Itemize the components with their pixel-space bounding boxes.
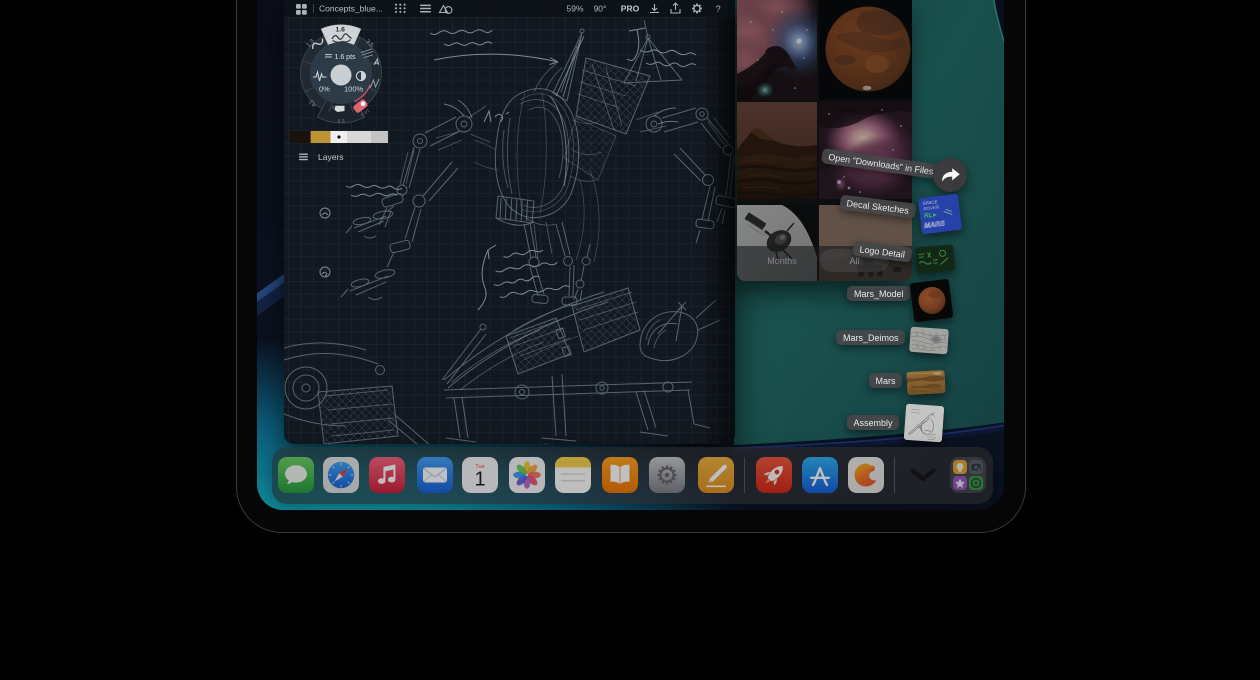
svg-text:1.6 pts: 1.6 pts — [335, 54, 357, 61]
svg-text:1.6: 1.6 — [336, 27, 346, 34]
svg-text:6.8: 6.8 — [337, 117, 344, 123]
svg-text:100%: 100% — [344, 85, 364, 94]
svg-text:0%: 0% — [319, 85, 330, 94]
svg-text:90°: 90° — [594, 4, 607, 14]
svg-text:?: ? — [715, 4, 720, 15]
svg-text:59%: 59% — [566, 4, 583, 14]
svg-text:PRO: PRO — [621, 4, 640, 14]
svg-text:Layers: Layers — [318, 152, 344, 162]
